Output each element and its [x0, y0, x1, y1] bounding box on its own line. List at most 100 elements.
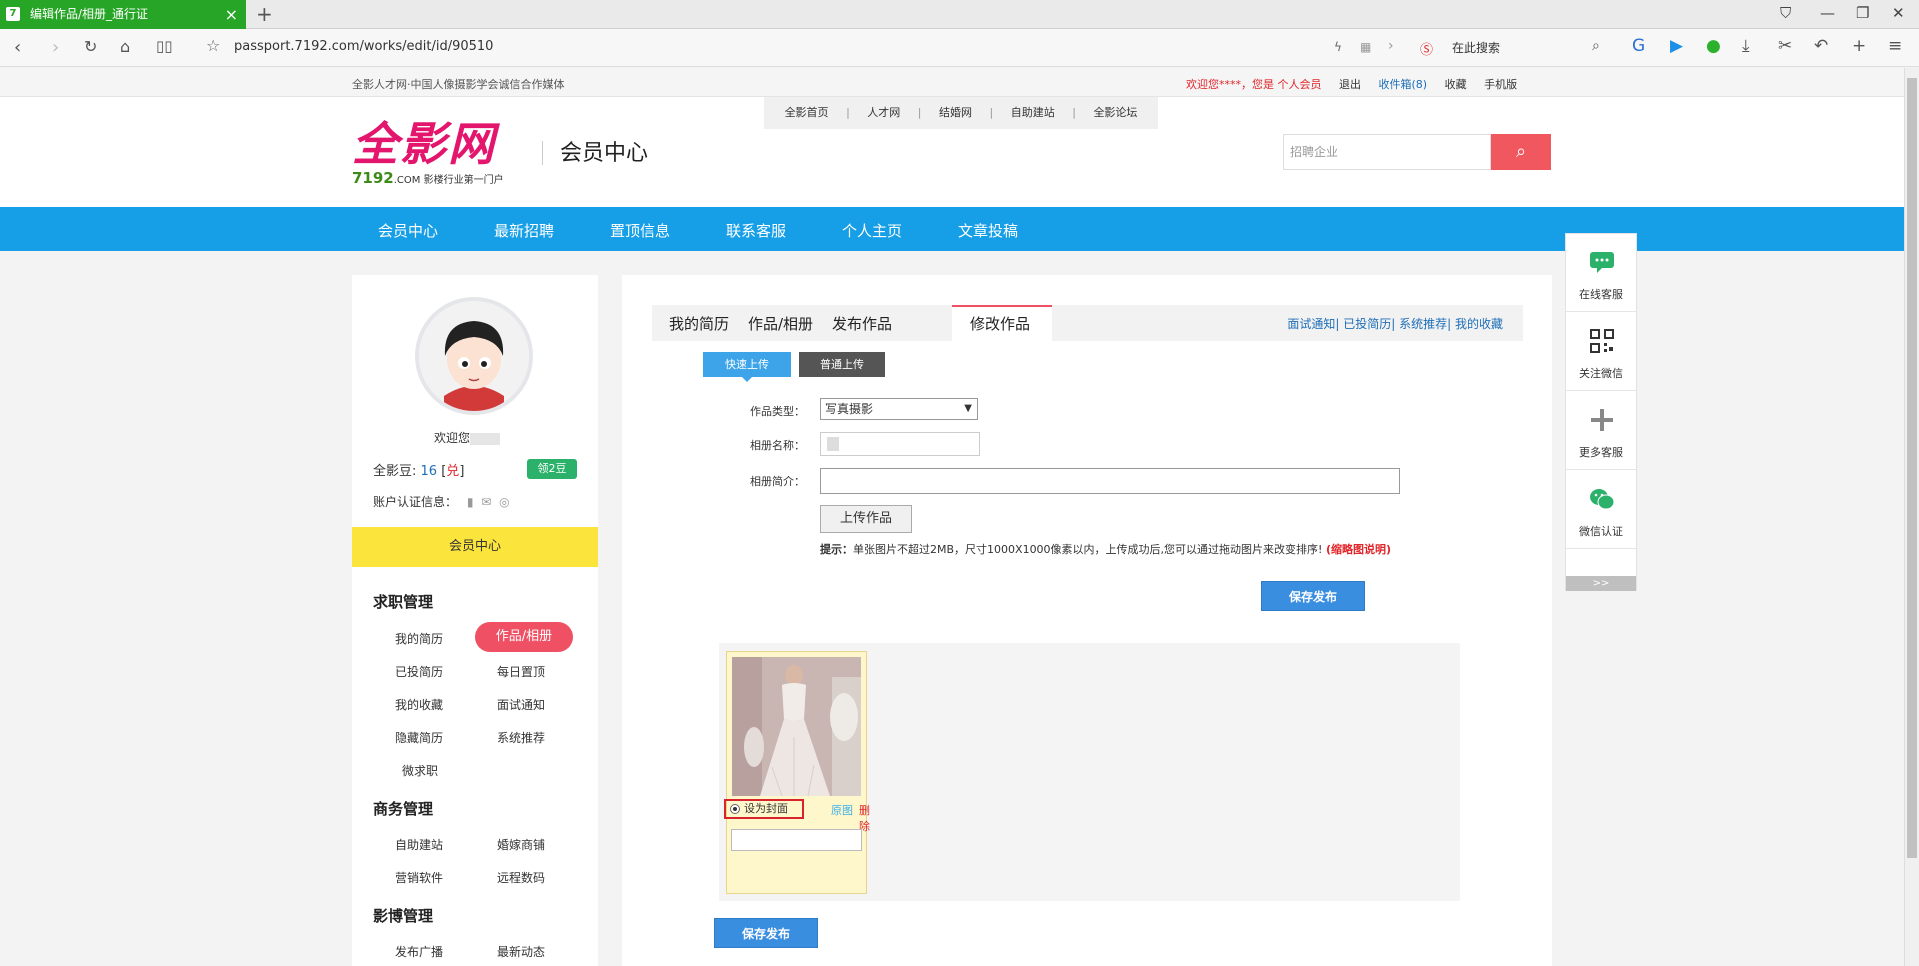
tab-publish[interactable]: 发布作品 [832, 313, 892, 334]
save-publish-button-top[interactable]: 保存发布 [1261, 581, 1365, 611]
fast-upload-tab[interactable]: 快速上传 [703, 352, 791, 382]
logout-link[interactable]: 退出 [1339, 78, 1361, 91]
sidebar-item-recommend[interactable]: 系统推荐 [497, 729, 545, 746]
subnav-home[interactable]: 全影首页 [785, 106, 829, 119]
shirt-skin-icon[interactable]: ⛉ [1780, 4, 1791, 22]
new-tab-icon[interactable]: + [256, 2, 273, 26]
set-cover-radio[interactable]: 设为封面 [724, 799, 804, 819]
grid-icon[interactable]: ▦ [1360, 40, 1371, 54]
translate-icon[interactable]: G [1632, 36, 1645, 56]
more-service-item[interactable]: 更多客服 [1566, 392, 1636, 470]
sidebar-item-remote-digital[interactable]: 远程数码 [497, 869, 545, 886]
save-publish-button-bottom[interactable]: 保存发布 [714, 918, 818, 948]
upload-works-button[interactable]: 上传作品 [820, 505, 912, 533]
wechat-cert-icon[interactable]: ◎ [499, 495, 509, 509]
restore-icon[interactable]: ❐ [1856, 4, 1869, 22]
sidebar-item-marketing[interactable]: 营销软件 [395, 869, 443, 886]
phone-cert-icon[interactable]: ▮ [467, 495, 474, 509]
menu-icon[interactable]: ≡ [1888, 36, 1902, 56]
wechat-icon [1590, 489, 1615, 510]
album-intro-textarea[interactable] [820, 468, 1400, 494]
back-icon[interactable]: ‹ [14, 37, 21, 58]
member-center-bar[interactable]: 会员中心 [352, 527, 598, 567]
avatar[interactable] [415, 297, 533, 415]
header-search-input[interactable]: 招聘企业 [1283, 134, 1491, 170]
sidebar-item-daily-top[interactable]: 每日置顶 [497, 663, 545, 680]
reload-icon[interactable]: ↻ [84, 37, 97, 56]
photo-thumbnail[interactable] [732, 657, 861, 796]
album-name-input[interactable] [820, 432, 980, 456]
link-recommend[interactable]: 系统推荐 [1399, 317, 1447, 331]
page-scrollbar[interactable] [1904, 68, 1919, 966]
reader-icon[interactable]: ▯▯ [156, 37, 173, 55]
sidebar-item-news[interactable]: 最新动态 [497, 943, 545, 960]
tab-edit-works[interactable]: 修改作品 [970, 313, 1030, 334]
follow-wechat-item[interactable]: 关注微信 [1566, 313, 1636, 391]
sidebar-item-hidden-resume[interactable]: 隐藏简历 [395, 729, 443, 746]
address-bar[interactable]: passport.7192.com/works/edit/id/90510 [234, 39, 493, 54]
link-interview[interactable]: 面试通知 [1287, 317, 1335, 331]
chat-icon[interactable]: ● [1706, 36, 1721, 56]
download-icon[interactable]: ⤓ [1742, 36, 1750, 56]
works-type-select[interactable]: 写真摄影 ▼ [820, 398, 978, 420]
bookmark-star-icon[interactable]: ☆ [206, 36, 220, 55]
close-window-icon[interactable]: ✕ [1892, 4, 1905, 22]
home-icon[interactable]: ⌂ [120, 37, 130, 56]
tab-works[interactable]: 作品/相册 [748, 313, 813, 334]
sidebar-item-micro-job[interactable]: 微求职 [402, 762, 438, 779]
chevron-right-icon[interactable]: › [1388, 38, 1394, 54]
mobile-link[interactable]: 手机版 [1484, 78, 1517, 91]
scrollbar-thumb[interactable] [1907, 78, 1917, 858]
favorites-link[interactable]: 收藏 [1445, 78, 1467, 91]
subnav-forum[interactable]: 全影论坛 [1093, 106, 1137, 119]
get-beans-button[interactable]: 领2豆 [527, 459, 577, 479]
nav-contact[interactable]: 联系客服 [726, 220, 786, 241]
email-cert-icon[interactable]: ✉ [481, 495, 491, 509]
subnav-site-builder[interactable]: 自助建站 [1011, 106, 1055, 119]
sidebar-item-favorites[interactable]: 我的收藏 [395, 696, 443, 713]
browser-search-input[interactable]: 在此搜索 [1452, 39, 1500, 56]
add-icon[interactable]: + [1852, 36, 1866, 56]
sidebar-item-wedding-shop[interactable]: 婚嫁商铺 [497, 836, 545, 853]
sidebar-item-interview[interactable]: 面试通知 [497, 696, 545, 713]
site-logo[interactable]: 全影网 7192.COM 影楼行业第一门户 [352, 119, 524, 189]
photo-card[interactable]: 设为封面 原图 删除 [724, 651, 870, 894]
sidebar-item-my-resume[interactable]: 我的简历 [395, 630, 443, 647]
header-search-button[interactable]: ⌕ [1491, 134, 1551, 170]
link-sent-resume[interactable]: 已投简历 [1343, 317, 1391, 331]
original-image-link[interactable]: 原图 [831, 802, 853, 818]
forward-icon[interactable]: › [52, 37, 59, 58]
search-engine-icon[interactable]: Ⓢ [1420, 39, 1433, 58]
sidebar-item-broadcast[interactable]: 发布广播 [395, 943, 443, 960]
normal-upload-tab[interactable]: 普通上传 [799, 352, 885, 377]
wechat-cert-item[interactable]: 微信认证 [1566, 471, 1636, 549]
photo-caption-input[interactable] [731, 829, 862, 851]
sidebar-item-site-builder[interactable]: 自助建站 [395, 836, 443, 853]
header-subnav: 全影首页 | 人才网 | 结婚网 | 自助建站 | 全影论坛 [764, 97, 1158, 129]
sidebar-item-sent-resume[interactable]: 已投简历 [395, 663, 443, 680]
nav-member-center[interactable]: 会员中心 [378, 220, 438, 241]
scissors-icon[interactable]: ✂ [1778, 36, 1792, 56]
browser-tab-active[interactable]: 7 编辑作品/相册_通行证 × [0, 0, 246, 29]
play-icon[interactable]: ▶ [1670, 36, 1683, 56]
close-tab-icon[interactable]: × [225, 0, 238, 29]
minimize-icon[interactable]: — [1820, 4, 1835, 22]
undo-icon[interactable]: ↶ [1814, 36, 1828, 56]
expand-more-button[interactable]: >> [1566, 576, 1636, 591]
avatar-cartoon-icon [419, 301, 529, 411]
inbox-link[interactable]: 收件箱(8) [1379, 78, 1428, 91]
link-favorites[interactable]: 我的收藏 [1455, 317, 1503, 331]
nav-latest-jobs[interactable]: 最新招聘 [494, 220, 554, 241]
tab-my-resume[interactable]: 我的简历 [669, 313, 729, 334]
nav-top-info[interactable]: 置顶信息 [610, 220, 670, 241]
sidebar-item-works-active[interactable]: 作品/相册 [475, 622, 573, 652]
online-service-item[interactable]: 在线客服 [1566, 234, 1636, 312]
flash-icon[interactable]: ϟ [1334, 40, 1342, 54]
search-icon[interactable]: ⌕ [1592, 38, 1600, 54]
subnav-wedding[interactable]: 结婚网 [939, 106, 972, 119]
beans-exchange-link[interactable]: 兑 [446, 464, 459, 479]
nav-article-submit[interactable]: 文章投稿 [958, 220, 1018, 241]
subnav-talent[interactable]: 人才网 [867, 106, 900, 119]
nav-personal-page[interactable]: 个人主页 [842, 220, 902, 241]
thumbnail-help-link[interactable]: (缩略图说明) [1326, 543, 1391, 556]
